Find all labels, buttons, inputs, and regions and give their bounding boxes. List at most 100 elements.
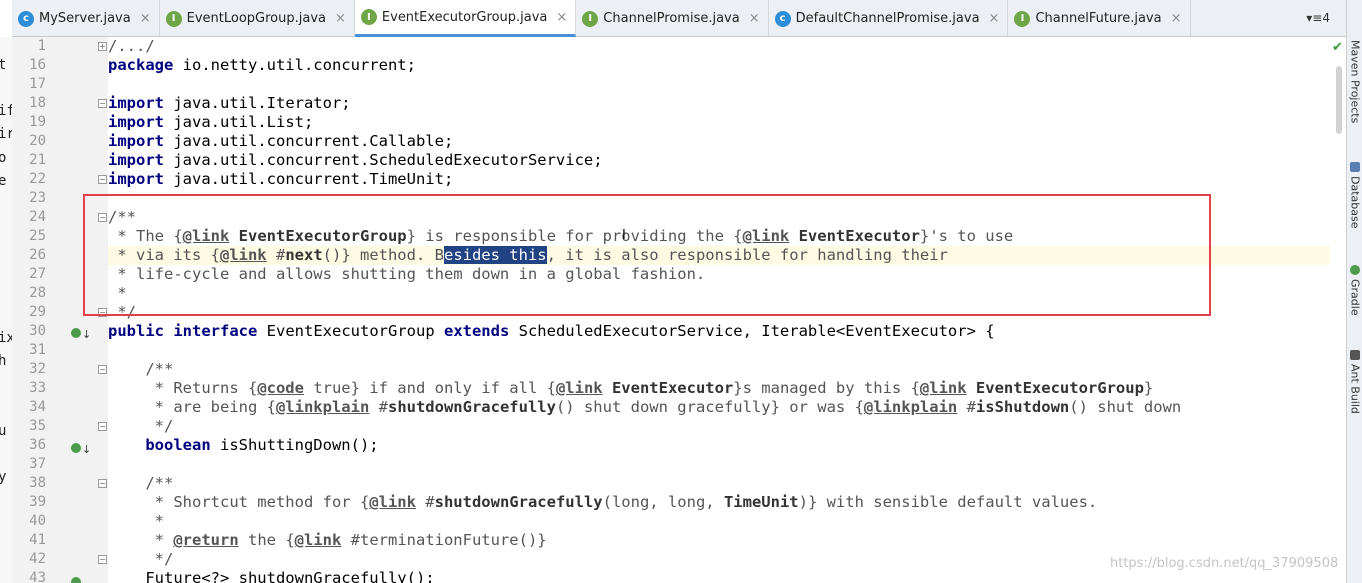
- code-line-20: import java.util.concurrent.Callable;: [108, 132, 454, 150]
- code-line-33: * Returns {@code true} if and only if al…: [108, 379, 1154, 397]
- line-number: 37: [29, 456, 46, 472]
- code-line-34: * are being {@linkplain #shutdownGracefu…: [108, 398, 1182, 416]
- tool-database[interactable]: Database: [1348, 162, 1362, 229]
- ant-icon: [1350, 350, 1360, 360]
- fold-collapse-icon[interactable]: −: [98, 479, 107, 488]
- class-icon: c: [18, 10, 34, 27]
- project-pane-text: if: [0, 103, 12, 119]
- code-line-41: * @return the {@link #terminationFuture(…: [108, 531, 547, 549]
- tab-defaultchannelpromise[interactable]: c DefaultChannelPromise.java ×: [769, 0, 1009, 37]
- close-icon[interactable]: ×: [556, 10, 567, 25]
- tab-label: EventLoopGroup.java: [186, 11, 326, 26]
- code-line-43: Future<?> shutdownGracefully();: [108, 569, 435, 583]
- watermark: https://blog.csdn.net/qq_37909508: [1110, 556, 1339, 571]
- project-pane-text: u: [0, 423, 7, 439]
- project-pane-text: h: [0, 353, 7, 369]
- line-number: 29: [29, 304, 46, 320]
- line-number: 24: [29, 209, 46, 225]
- tab-label: MyServer.java: [39, 11, 131, 26]
- tool-gradle[interactable]: Gradle: [1348, 265, 1362, 316]
- project-pane-text: t: [0, 57, 7, 73]
- tab-myserver[interactable]: c MyServer.java ×: [12, 0, 160, 37]
- line-number: 16: [29, 57, 46, 73]
- code-line-21: import java.util.concurrent.ScheduledExe…: [108, 151, 603, 169]
- line-number: 38: [29, 475, 46, 491]
- database-icon: [1350, 162, 1360, 172]
- implemented-marker-icon[interactable]: [71, 328, 81, 338]
- tab-label: DefaultChannelPromise.java: [795, 11, 980, 26]
- line-number: 32: [29, 361, 46, 377]
- tab-channelfuture[interactable]: I ChannelFuture.java ×: [1008, 0, 1191, 37]
- implemented-marker-icon[interactable]: [71, 443, 81, 453]
- close-icon[interactable]: ×: [335, 11, 346, 26]
- fold-collapse-icon[interactable]: −: [98, 555, 107, 564]
- line-number: 34: [29, 399, 46, 415]
- tab-eventloopgroup[interactable]: I EventLoopGroup.java ×: [160, 0, 355, 37]
- tab-eventexecutorgroup[interactable]: I EventExecutorGroup.java ×: [354, 0, 577, 37]
- tool-label: Database: [1348, 176, 1362, 229]
- project-pane-text: ir: [0, 126, 12, 142]
- fold-collapse-icon[interactable]: −: [98, 213, 107, 222]
- close-icon[interactable]: ×: [1171, 11, 1182, 26]
- text-cursor-icon: I: [622, 228, 626, 243]
- line-number: 33: [29, 380, 46, 396]
- tool-ant-build[interactable]: Ant Build: [1348, 350, 1362, 414]
- tab-label: ChannelPromise.java: [603, 11, 740, 26]
- fold-collapse-icon[interactable]: −: [98, 175, 107, 184]
- line-number: 1: [37, 38, 46, 54]
- close-icon[interactable]: ×: [140, 11, 151, 26]
- gradle-icon: [1350, 265, 1360, 275]
- line-number: 43: [29, 570, 46, 583]
- line-number: 28: [29, 285, 46, 301]
- line-number: 31: [29, 342, 46, 358]
- code-line-38: /**: [108, 474, 174, 492]
- code-editor[interactable]: /.../ package io.netty.util.concurrent; …: [108, 37, 1330, 583]
- editor-tab-bar: c MyServer.java × I EventLoopGroup.java …: [12, 0, 1346, 37]
- line-number: 40: [29, 513, 46, 529]
- code-line-22: import java.util.concurrent.TimeUnit;: [108, 170, 454, 188]
- code-line-18: import java.util.Iterator;: [108, 94, 351, 112]
- tool-label: Maven Projects: [1348, 40, 1362, 124]
- line-number: 36: [29, 437, 46, 453]
- interface-icon: I: [1014, 10, 1031, 27]
- arrow-down-icon: ↓: [82, 443, 92, 456]
- close-icon[interactable]: ×: [989, 11, 1000, 26]
- code-line-16: package io.netty.util.concurrent;: [108, 56, 416, 74]
- code-line-30: public interface EventExecutorGroup exte…: [108, 322, 995, 340]
- fold-collapse-icon[interactable]: −: [98, 308, 107, 317]
- line-number: 18: [29, 95, 46, 111]
- line-number: 35: [29, 418, 46, 434]
- implemented-marker-icon[interactable]: [71, 577, 81, 583]
- fold-expand-icon[interactable]: +: [98, 42, 107, 51]
- line-number: 27: [29, 266, 46, 282]
- project-pane-text: y: [0, 469, 7, 485]
- tool-label: Ant Build: [1348, 364, 1362, 414]
- code-line-40: *: [108, 512, 164, 530]
- interface-icon: I: [165, 10, 182, 27]
- line-number: 42: [29, 551, 46, 567]
- line-number: 23: [29, 190, 46, 206]
- code-line-25: * The {@link EventExecutorGroup} is resp…: [108, 227, 1014, 245]
- tool-maven-projects[interactable]: Maven Projects: [1348, 40, 1362, 123]
- fold-collapse-icon[interactable]: −: [98, 365, 107, 374]
- line-number: 19: [29, 114, 46, 130]
- line-number: 25: [29, 228, 46, 244]
- interface-icon: I: [582, 10, 599, 27]
- tab-channelpromise[interactable]: I ChannelPromise.java ×: [576, 0, 769, 37]
- close-icon[interactable]: ×: [749, 11, 760, 26]
- code-line-24: /**: [108, 208, 136, 226]
- line-number: 30: [29, 323, 46, 339]
- code-line-1: /.../: [108, 37, 155, 55]
- project-pane-text: o: [0, 150, 7, 166]
- scrollbar-thumb[interactable]: [1336, 66, 1342, 134]
- class-icon: c: [774, 10, 791, 27]
- arrow-down-icon: ↓: [82, 328, 92, 341]
- fold-collapse-icon[interactable]: −: [98, 99, 107, 108]
- code-line-35: */: [108, 417, 174, 435]
- project-pane-text: ix: [0, 330, 12, 346]
- tab-overflow-button[interactable]: ▾≡4: [1306, 11, 1330, 25]
- interface-icon: I: [360, 9, 377, 25]
- code-line-28: *: [108, 284, 127, 302]
- code-line-39: * Shortcut method for {@link #shutdownGr…: [108, 493, 1098, 511]
- fold-collapse-icon[interactable]: −: [98, 422, 107, 431]
